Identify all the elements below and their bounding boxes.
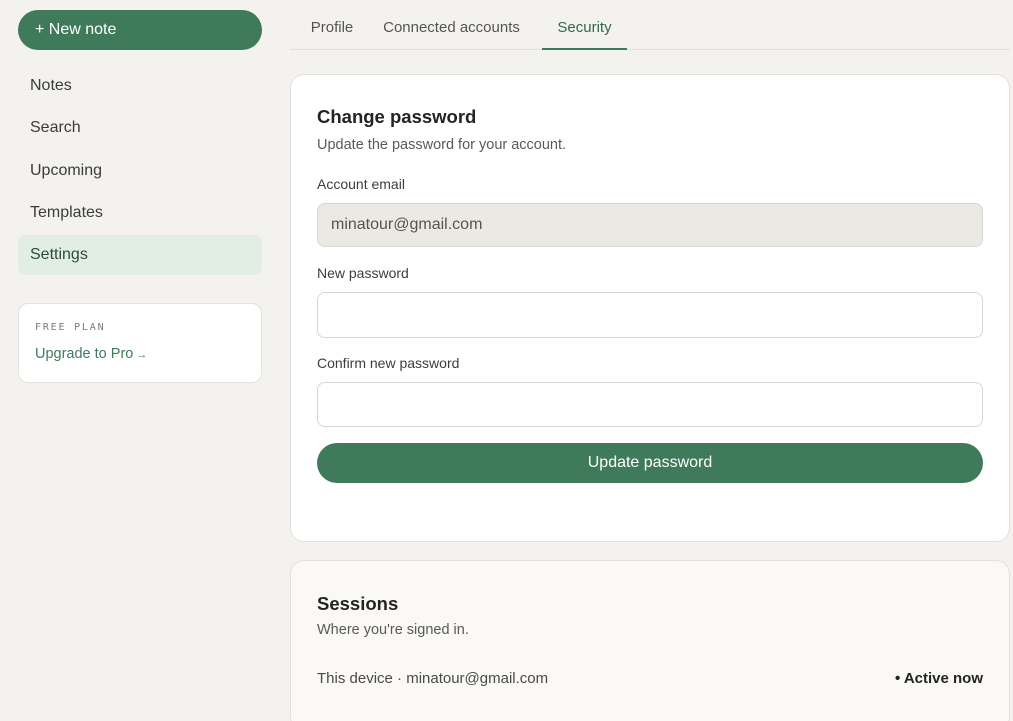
sidebar-item-settings[interactable]: Settings [18,235,262,276]
new-note-button[interactable]: + New note [18,10,262,50]
sessions-card: Sessions Where you're signed in. This de… [290,560,1010,721]
arrow-right-icon: → [136,349,148,361]
session-device: This device · minatour@gmail.com [317,670,549,687]
update-password-button[interactable]: Update password [317,443,983,483]
plan-label: FREE PLAN [35,322,106,333]
account-email-field[interactable] [317,203,983,247]
sidebar-item-notes[interactable]: Notes [18,66,262,106]
settings-tabs: Profile Connected accounts Security [290,0,1010,50]
upgrade-link-label: Upgrade to Pro [35,346,134,362]
tab-security[interactable]: Security [542,0,627,50]
change-password-subtitle: Update the password for your account. [317,137,567,153]
new-password-label: New password [317,265,409,281]
confirm-password-label: Confirm new password [317,355,460,371]
sessions-title: Sessions [317,593,399,614]
sidebar-item-templates[interactable]: Templates [18,193,262,233]
upgrade-to-pro-link[interactable]: Upgrade to Pro → [35,346,147,362]
plan-card: FREE PLAN Upgrade to Pro → [18,303,262,383]
change-password-card: Change password Update the password for … [290,74,1010,542]
confirm-password-field[interactable] [317,382,983,427]
app-root: + New note Notes Search Upcoming Templat… [0,0,1013,721]
sidebar-item-upcoming[interactable]: Upcoming [18,151,262,191]
account-email-label: Account email [317,176,405,192]
session-status-badge: • Active now [894,670,983,687]
change-password-title: Change password [317,106,477,127]
new-password-field[interactable] [317,292,983,338]
sidebar-item-search[interactable]: Search [18,108,262,148]
sidebar-nav: Notes Search Upcoming Templates Settings [18,66,262,277]
tab-profile[interactable]: Profile [303,0,361,50]
sidebar: + New note Notes Search Upcoming Templat… [0,0,280,721]
tab-connected-accounts[interactable]: Connected accounts [377,0,526,50]
sessions-subtitle: Where you're signed in. [317,622,469,638]
